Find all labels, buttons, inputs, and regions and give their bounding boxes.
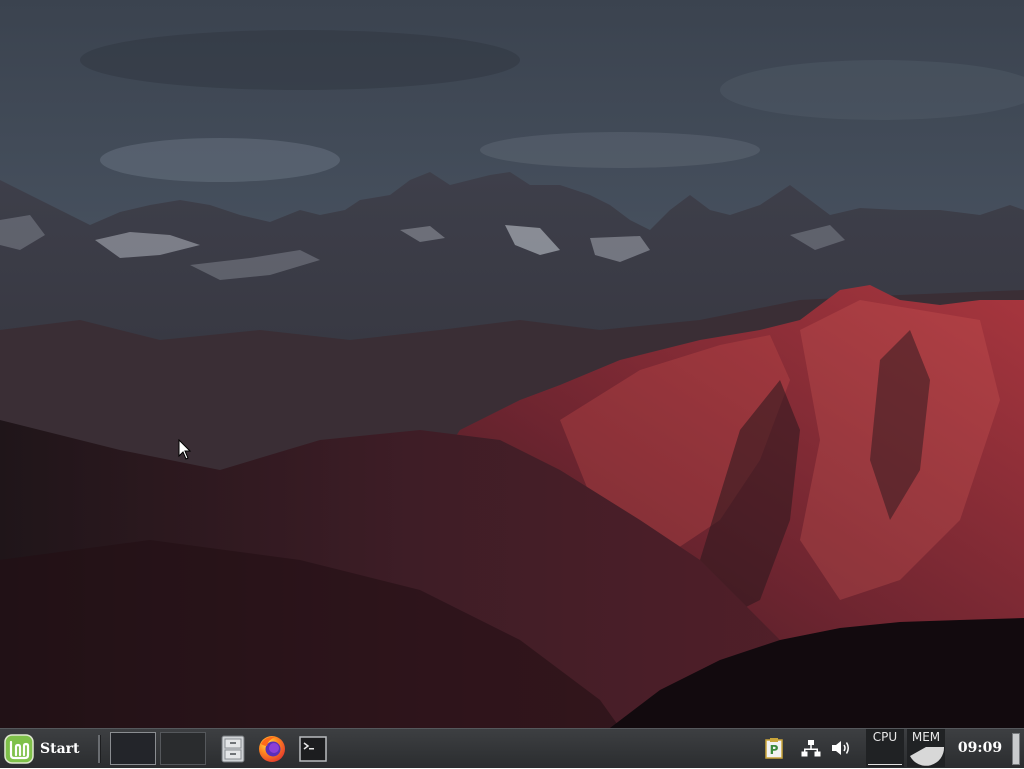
taskbar-separator bbox=[98, 735, 101, 763]
memory-usage-pie bbox=[910, 747, 945, 766]
workspace-2-button[interactable] bbox=[160, 732, 206, 765]
workspace-1-button[interactable] bbox=[110, 732, 156, 765]
taskbar: Start P CPU MEM 09:09 bbox=[0, 728, 1024, 768]
file-manager-launcher[interactable] bbox=[218, 734, 248, 764]
speaker-icon bbox=[832, 741, 849, 755]
network-icon bbox=[801, 740, 821, 757]
start-menu-button[interactable]: Start bbox=[4, 733, 92, 765]
clipboard-tray-button[interactable]: P bbox=[763, 737, 785, 759]
firefox-icon bbox=[259, 736, 285, 762]
cpu-usage-bar bbox=[868, 764, 902, 765]
terminal-icon bbox=[299, 736, 327, 762]
memory-monitor[interactable]: MEM bbox=[907, 729, 945, 767]
cpu-monitor[interactable]: CPU bbox=[866, 729, 904, 767]
linux-mint-logo-icon bbox=[4, 734, 34, 764]
desktop[interactable] bbox=[0, 0, 1024, 728]
clipboard-p-icon: P bbox=[765, 738, 783, 759]
file-cabinet-icon bbox=[221, 735, 245, 763]
svg-text:P: P bbox=[770, 743, 779, 757]
taskbar-clock[interactable]: 09:09 bbox=[952, 729, 1008, 769]
show-desktop-button[interactable] bbox=[1012, 733, 1020, 765]
firefox-launcher[interactable] bbox=[257, 734, 287, 764]
terminal-launcher[interactable] bbox=[298, 734, 328, 764]
network-tray-button[interactable] bbox=[800, 737, 822, 759]
desktop-wallpaper bbox=[0, 0, 1024, 728]
start-label: Start bbox=[40, 741, 80, 757]
cpu-monitor-label: CPU bbox=[872, 730, 898, 744]
volume-tray-button[interactable] bbox=[830, 737, 852, 759]
mouse-pointer-icon bbox=[178, 439, 192, 460]
